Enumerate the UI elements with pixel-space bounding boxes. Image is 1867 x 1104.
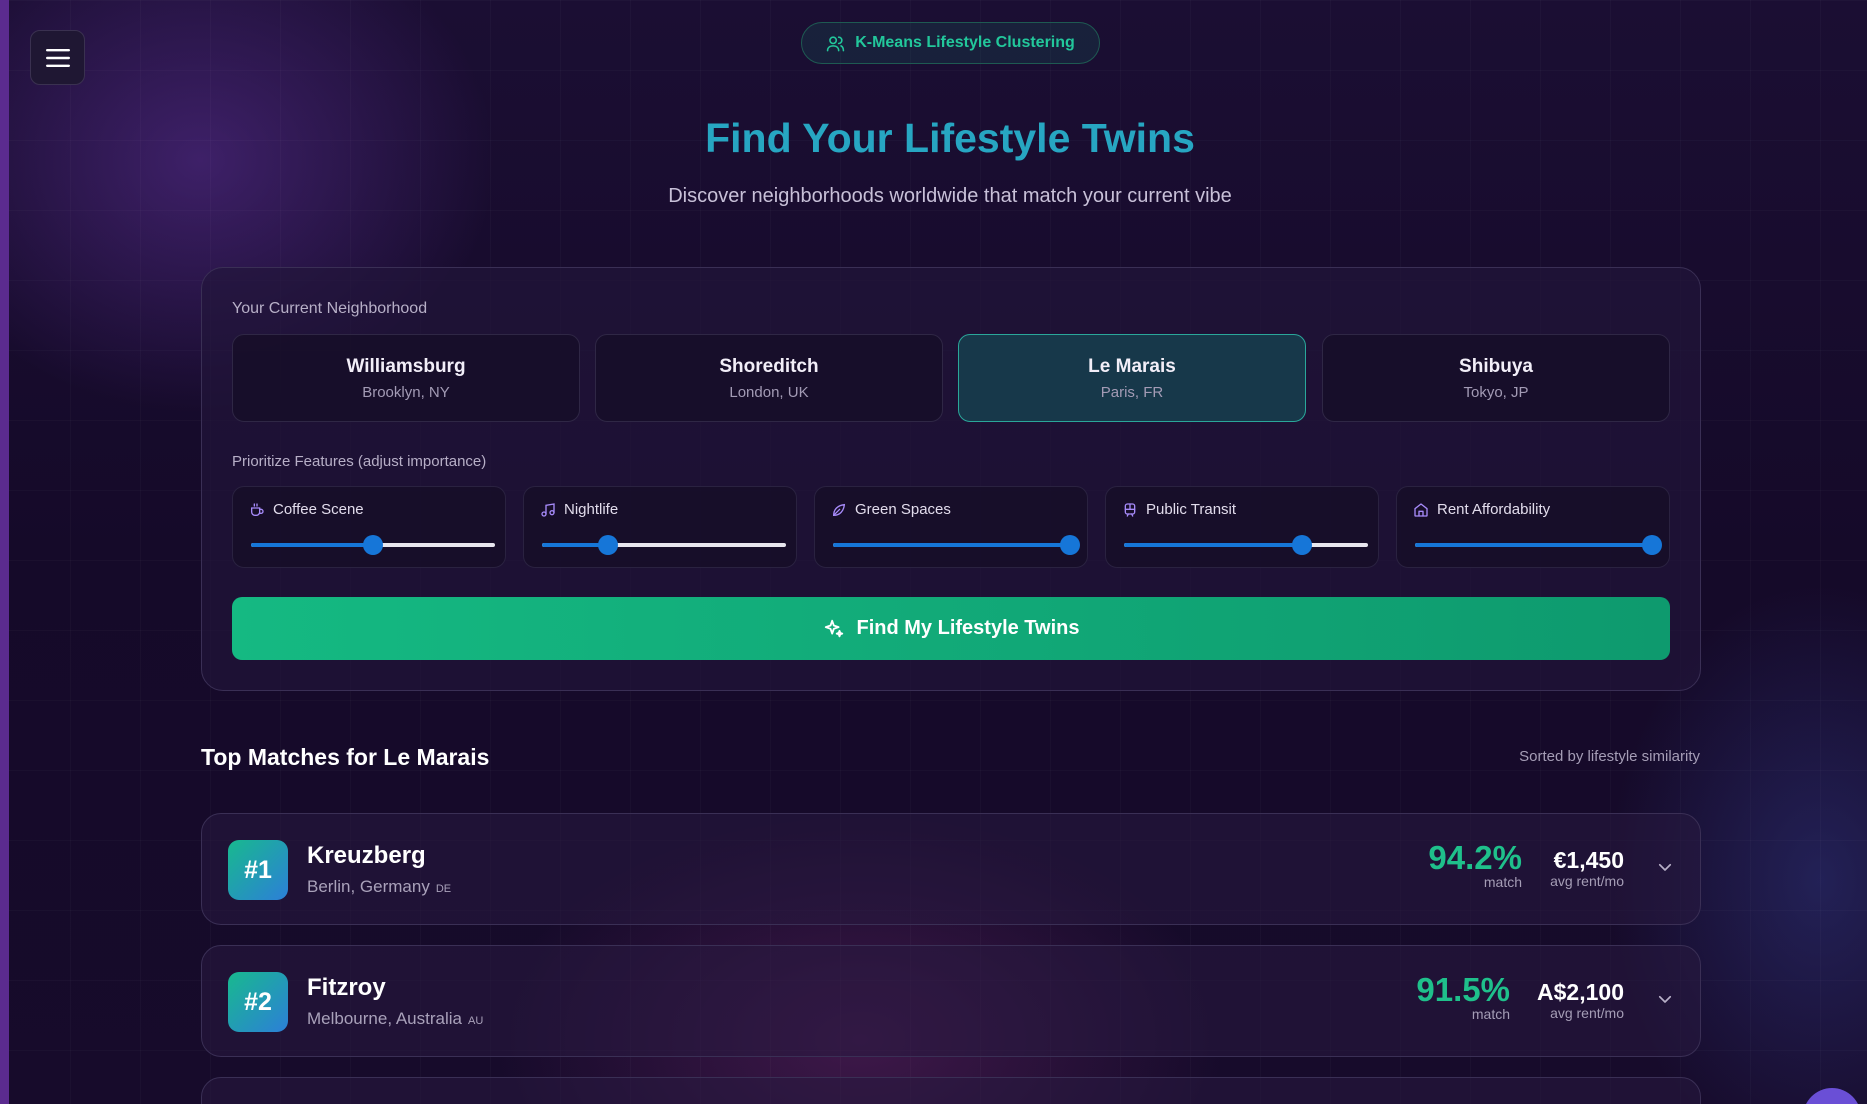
slider-thumb[interactable] — [1292, 535, 1313, 555]
features-label: Prioritize Features (adjust importance) — [232, 453, 487, 470]
feature-label: Nightlife — [564, 501, 619, 518]
slider-fill — [1124, 543, 1303, 547]
clustering-badge: K-Means Lifestyle Clustering — [801, 22, 1100, 64]
feature-rent-affordability: Rent Affordability — [1396, 486, 1670, 568]
match-label: match — [1471, 1006, 1510, 1022]
rank-badge: #2 — [228, 972, 288, 1032]
match-location-text: Melbourne, Australia — [307, 1009, 462, 1028]
neighborhood-location: Paris, FR — [1100, 383, 1164, 401]
match-location-text: Berlin, Germany — [307, 877, 430, 896]
rent-value: €1,450 — [1553, 847, 1624, 873]
neighborhood-option-shibuya[interactable]: Shibuya Tokyo, JP — [1322, 334, 1670, 422]
neighborhood-name: Le Marais — [1088, 355, 1176, 377]
users-icon — [826, 35, 845, 51]
neighborhood-label: Your Current Neighborhood — [232, 300, 428, 317]
feature-label: Green Spaces — [855, 501, 951, 518]
chevron-down-icon[interactable] — [1656, 990, 1674, 1008]
match-location: Melbourne, Australia AU — [307, 1009, 483, 1029]
neighborhood-location: Tokyo, JP — [1463, 383, 1529, 401]
country-code: DE — [435, 883, 452, 895]
neighborhood-name: Williamsburg — [346, 355, 466, 377]
slider-fill — [1415, 543, 1652, 547]
rent-affordability-slider[interactable] — [1415, 535, 1662, 555]
feature-nightlife: Nightlife — [523, 486, 797, 568]
match-percentage: 94.2% — [1428, 839, 1522, 876]
badge-label: K-Means Lifestyle Clustering — [855, 34, 1075, 51]
sparkles-icon — [824, 619, 843, 637]
rent-value: A$2,100 — [1537, 979, 1624, 1005]
slider-thumb[interactable] — [1641, 535, 1662, 555]
slider-fill — [833, 543, 1070, 547]
country-code: AU — [467, 1015, 484, 1027]
public-transit-slider[interactable] — [1124, 535, 1368, 555]
feature-label: Coffee Scene — [273, 501, 364, 518]
feature-label: Public Transit — [1146, 501, 1237, 518]
rent-info: €1,450 avg rent/mo — [1550, 847, 1624, 889]
feature-coffee-scene: Coffee Scene — [232, 486, 506, 568]
neighborhood-option-le-marais[interactable]: Le Marais Paris, FR — [958, 334, 1306, 422]
match-percentage: 91.5% — [1416, 971, 1510, 1008]
match-card-partial[interactable] — [201, 1077, 1701, 1104]
match-name: Kreuzberg — [307, 842, 426, 869]
chevron-down-icon[interactable] — [1656, 858, 1674, 876]
slider-thumb[interactable] — [1059, 535, 1080, 555]
page-title: Find Your Lifestyle Twins — [705, 115, 1195, 161]
feature-public-transit: Public Transit — [1105, 486, 1379, 568]
rent-label: avg rent/mo — [1550, 1005, 1624, 1021]
slider-thumb[interactable] — [363, 535, 383, 555]
left-accent-strip — [0, 0, 9, 1104]
coffee-scene-slider[interactable] — [251, 535, 495, 555]
neighborhood-option-williamsburg[interactable]: Williamsburg Brooklyn, NY — [232, 334, 580, 422]
results-title: Top Matches for Le Marais — [201, 744, 490, 770]
match-score: 94.2% match — [1428, 839, 1522, 891]
rent-label: avg rent/mo — [1550, 873, 1624, 889]
find-twins-button[interactable]: Find My Lifestyle Twins — [232, 597, 1670, 660]
match-name: Fitzroy — [307, 974, 386, 1001]
coffee-icon — [251, 502, 264, 516]
match-card-fitzroy[interactable]: #2 Fitzroy Melbourne, Australia AU 91.5% … — [201, 945, 1701, 1057]
train-icon — [1124, 502, 1136, 517]
neighborhood-option-shoreditch[interactable]: Shoreditch London, UK — [595, 334, 943, 422]
results-sort-label: Sorted by lifestyle similarity — [1519, 748, 1700, 765]
feature-label: Rent Affordability — [1437, 501, 1551, 518]
hamburger-icon — [45, 48, 70, 67]
slider-fill — [251, 543, 373, 547]
neighborhood-location: Brooklyn, NY — [362, 383, 450, 401]
green-spaces-slider[interactable] — [833, 535, 1080, 555]
music-icon — [541, 502, 555, 517]
feature-green-spaces: Green Spaces — [814, 486, 1088, 568]
rent-info: A$2,100 avg rent/mo — [1537, 979, 1624, 1021]
match-location: Berlin, Germany DE — [307, 877, 451, 897]
match-label: match — [1483, 874, 1522, 890]
find-button-label: Find My Lifestyle Twins — [856, 617, 1080, 639]
neighborhood-name: Shibuya — [1459, 355, 1533, 377]
neighborhood-location: London, UK — [729, 383, 809, 401]
search-panel: Your Current Neighborhood Williamsburg B… — [201, 267, 1701, 691]
match-card-kreuzberg[interactable]: #1 Kreuzberg Berlin, Germany DE 94.2% mat… — [201, 813, 1701, 925]
match-score: 91.5% match — [1416, 971, 1510, 1023]
slider-thumb[interactable] — [597, 535, 618, 555]
page-subtitle: Discover neighborhoods worldwide that ma… — [668, 185, 1232, 207]
menu-button[interactable] — [30, 30, 85, 85]
leaf-icon — [832, 503, 846, 516]
neighborhood-name: Shoreditch — [719, 355, 819, 377]
rank-badge: #1 — [228, 840, 288, 900]
home-icon — [1414, 502, 1428, 517]
nightlife-slider[interactable] — [542, 535, 786, 555]
